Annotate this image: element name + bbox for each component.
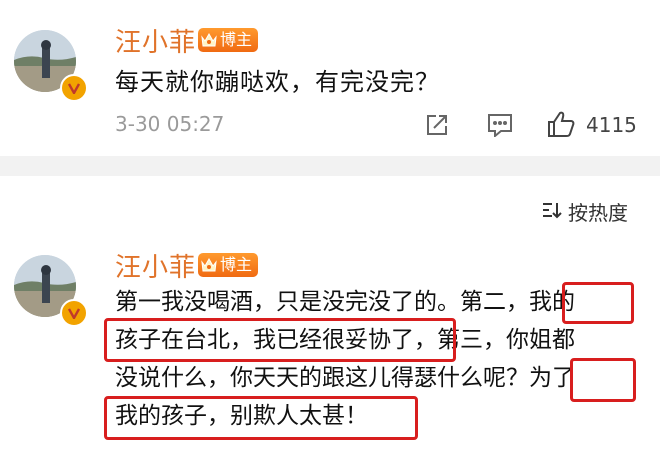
highlight-box bbox=[562, 282, 634, 324]
highlight-box bbox=[104, 318, 456, 362]
blogger-badge: 博主 bbox=[198, 253, 259, 277]
comment-text: 每天就你蹦哒欢，有完没完？ bbox=[115, 68, 440, 96]
blogger-badge: 博主 bbox=[198, 28, 259, 52]
highlighted-text: 为了 bbox=[529, 365, 575, 391]
comment-icon[interactable] bbox=[487, 113, 513, 141]
reply-text: 第一我没喝酒，只是没完没了的。第二， bbox=[115, 289, 529, 315]
reply-line: 没说什么，你天天的跟这儿得瑟什么呢？为了 bbox=[115, 359, 575, 397]
username[interactable]: 汪小菲 bbox=[115, 22, 196, 59]
verified-icon bbox=[60, 299, 88, 327]
reply-text: 没说什么，你天天的跟这儿得瑟什么呢？ bbox=[115, 365, 529, 391]
badge-label: 博主 bbox=[220, 30, 253, 49]
username[interactable]: 汪小菲 bbox=[115, 247, 196, 284]
highlight-box bbox=[104, 396, 418, 440]
verified-icon bbox=[60, 74, 88, 102]
sort-by-hot[interactable]: 按热度 bbox=[568, 197, 628, 226]
reply-line: 第一我没喝酒，只是没完没了的。第二，我的 bbox=[115, 283, 575, 321]
section-divider bbox=[0, 156, 660, 176]
sort-icon[interactable] bbox=[540, 200, 562, 224]
timestamp: 3-30 05:27 bbox=[115, 112, 225, 136]
badge-label: 博主 bbox=[220, 255, 253, 274]
crown-icon bbox=[201, 257, 217, 272]
crown-icon bbox=[201, 32, 217, 47]
share-icon[interactable] bbox=[425, 113, 449, 141]
like-count: 4115 bbox=[586, 113, 637, 137]
highlight-box bbox=[570, 358, 636, 402]
like-icon[interactable] bbox=[547, 110, 575, 142]
